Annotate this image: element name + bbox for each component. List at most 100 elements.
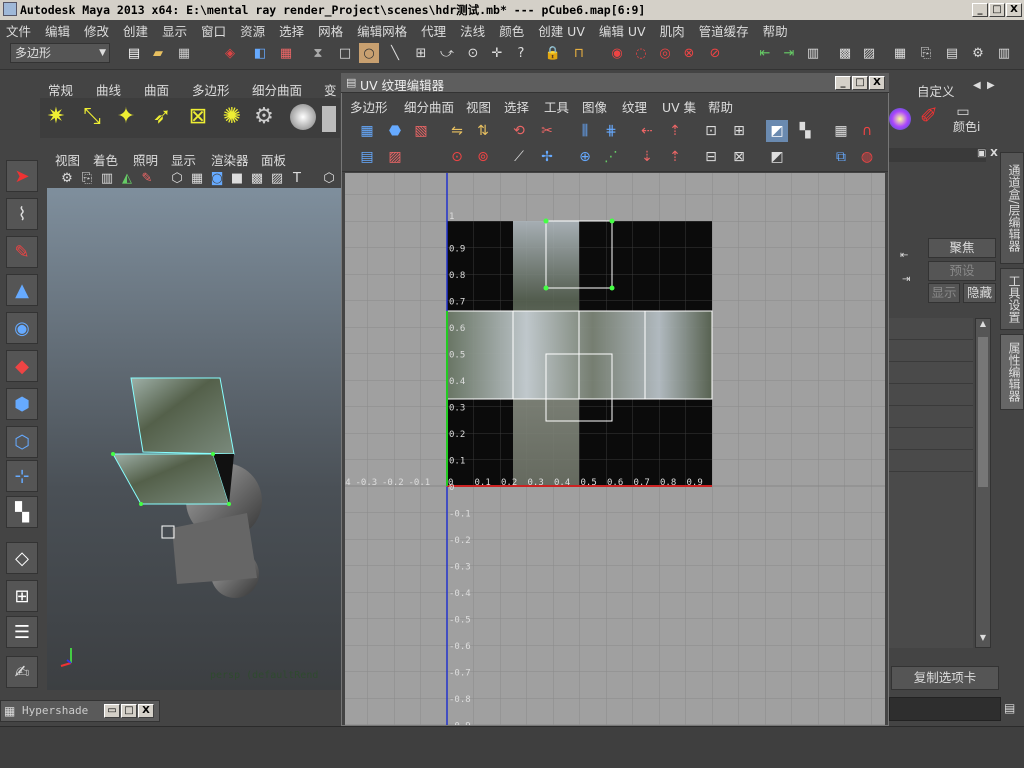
vp-menu-shading[interactable]: 着色 xyxy=(93,150,118,169)
menu-16[interactable]: 管道缓存 xyxy=(699,21,749,40)
output-icon[interactable]: ⇥ xyxy=(779,43,799,63)
script-editor-icon[interactable]: ▤ xyxy=(1004,701,1015,715)
text-icon[interactable]: T xyxy=(287,168,307,188)
bookmark-icon[interactable]: ⎘ xyxy=(77,168,97,188)
help-icon[interactable]: ? xyxy=(511,43,531,63)
menu-8[interactable]: 网格 xyxy=(318,21,343,40)
shelf-tab-surfaces[interactable]: 曲面 xyxy=(144,80,169,99)
select-box-icon[interactable]: □ xyxy=(335,43,355,63)
show-button[interactable]: 显示 xyxy=(928,283,960,303)
vp-menu-view[interactable]: 视图 xyxy=(55,150,80,169)
straighten-icon[interactable]: ⋰ xyxy=(600,146,622,168)
smudge-icon[interactable]: ⊙ xyxy=(446,146,468,168)
cut-uv-icon[interactable]: ✂ xyxy=(536,120,558,142)
grid-uv-icon[interactable]: ▦ xyxy=(830,120,852,142)
point-light-icon[interactable]: ✦ xyxy=(116,104,136,129)
render-settings-icon[interactable]: ⊗ xyxy=(679,43,699,63)
hypershade-close-button[interactable]: X xyxy=(138,704,154,718)
hide-button[interactable]: 隐藏 xyxy=(963,283,996,303)
menu-6[interactable]: 资源 xyxy=(240,21,265,40)
select-tool-icon[interactable]: ➤ xyxy=(6,160,38,192)
layout-v-icon[interactable]: ⇡ xyxy=(664,120,686,142)
textured-cube-top[interactable] xyxy=(130,377,235,455)
single-pane-icon[interactable]: ◇ xyxy=(6,542,38,574)
show-manip-icon[interactable]: ⊹ xyxy=(6,460,38,492)
uv-menu-subdiv[interactable]: 细分曲面 xyxy=(404,97,454,116)
layout-tool-icon[interactable]: ✍ xyxy=(6,656,38,688)
paint-brush-icon[interactable]: ✐ xyxy=(919,104,939,129)
open-scene-icon[interactable]: ▰ xyxy=(148,43,168,63)
uv-menu-select[interactable]: 选择 xyxy=(504,97,529,116)
line-icon[interactable]: ╲ xyxy=(385,43,405,63)
snap-grid-icon[interactable]: ⊞ xyxy=(411,43,431,63)
menu-5[interactable]: 窗口 xyxy=(201,21,226,40)
hypershade-restore-button[interactable]: ▭ xyxy=(104,704,120,718)
flip-v-icon[interactable]: ⇅ xyxy=(472,120,494,142)
move-sew-icon[interactable]: ⋕ xyxy=(600,120,622,142)
uv-minimize-button[interactable]: _ xyxy=(835,76,851,90)
uv-canvas[interactable]: 1 0.9 0.8 0.7 0.6 0.5 0.4 0.3 0.2 0.1 0 -0.1 -0.2 -0.… xyxy=(345,173,885,725)
shelf-tab-curves[interactable]: 曲线 xyxy=(96,80,121,99)
flat-shade-icon[interactable]: ■ xyxy=(227,168,247,188)
grease-pencil-icon[interactable]: ✎ xyxy=(137,168,157,188)
tab-tool-settings[interactable]: 工具设置 xyxy=(1000,268,1024,330)
attribute-list[interactable] xyxy=(889,318,973,648)
input-icon[interactable]: ⇤ xyxy=(755,43,775,63)
scroll-down-icon[interactable]: ▼ xyxy=(976,633,990,647)
clapper-icon[interactable]: ▨ xyxy=(859,43,879,63)
menu-4[interactable]: 显示 xyxy=(162,21,187,40)
copy-uv-icon[interactable]: ⧉ xyxy=(830,146,852,168)
magnet-icon[interactable]: ⊓ xyxy=(569,43,589,63)
uv-frame-icon[interactable]: ▦ xyxy=(356,120,378,142)
snap-curve-icon[interactable]: ⤻ xyxy=(437,43,457,63)
uv-menu-help[interactable]: 帮助 xyxy=(708,97,733,116)
menu-12[interactable]: 颜色 xyxy=(499,21,524,40)
checker-icon[interactable]: ▚ xyxy=(6,496,38,528)
scroll-thumb[interactable] xyxy=(978,337,988,487)
rotate-tool-icon[interactable]: ◉ xyxy=(6,312,38,344)
align-min-icon[interactable]: ⊡ xyxy=(700,120,722,142)
hypershade-maximize-button[interactable]: □ xyxy=(121,704,137,718)
shelf-tab-polygons[interactable]: 多边形 xyxy=(192,80,230,99)
menu-10[interactable]: 代理 xyxy=(421,21,446,40)
render-view-icon[interactable]: ▩ xyxy=(835,43,855,63)
uv-menu-texture[interactable]: 纹理 xyxy=(622,97,647,116)
shelf-left-arrow-icon[interactable]: ◀ xyxy=(973,80,981,91)
scale-tool-icon[interactable]: ◆ xyxy=(6,350,38,382)
menu-3[interactable]: 创建 xyxy=(123,21,148,40)
magnet-uv-icon[interactable]: ∩ xyxy=(856,120,878,142)
2d-pan-icon[interactable]: ◭ xyxy=(117,168,137,188)
shelf-tab-custom[interactable]: 自定义 xyxy=(917,81,955,100)
uv-select-icon[interactable]: ▧ xyxy=(410,120,432,142)
universal-manip-icon[interactable]: ⬢ xyxy=(6,388,38,420)
select-component-icon[interactable]: ▦ xyxy=(276,43,296,63)
spread-icon[interactable]: ⊠ xyxy=(728,146,750,168)
select-lasso-icon[interactable]: ○ xyxy=(359,43,379,63)
menu-1[interactable]: 编辑 xyxy=(45,21,70,40)
smooth-uv-icon[interactable]: ⊚ xyxy=(472,146,494,168)
uv-maximize-button[interactable]: □ xyxy=(852,76,868,90)
menu-2[interactable]: 修改 xyxy=(84,21,109,40)
settings-icon[interactable]: ⚙ xyxy=(968,43,988,63)
relax-icon[interactable]: ✢ xyxy=(536,146,558,168)
outliner-pane-icon[interactable]: ☰ xyxy=(6,616,38,648)
rgb-icon[interactable]: ◍ xyxy=(856,146,878,168)
map-uv-icon[interactable]: ⊕ xyxy=(574,146,596,168)
gray-box-object[interactable] xyxy=(172,513,257,584)
snap-point-icon[interactable]: ⊙ xyxy=(463,43,483,63)
snap-plane-icon[interactable]: ✛ xyxy=(487,43,507,63)
panel-layout-icon[interactable]: ▤ xyxy=(942,43,962,63)
menu-14[interactable]: 编辑 UV xyxy=(599,21,646,40)
tab-attribute-editor[interactable]: 属性编辑器 xyxy=(1000,334,1024,410)
uv-menu-polygons[interactable]: 多边形 xyxy=(350,97,388,116)
camera-attr-icon[interactable]: ⚙ xyxy=(57,168,77,188)
save-scene-icon[interactable]: ▦ xyxy=(174,43,194,63)
smooth-shade-icon[interactable]: ◙ xyxy=(207,168,227,188)
uv-menu-image[interactable]: 图像 xyxy=(582,97,607,116)
menu-11[interactable]: 法线 xyxy=(460,21,485,40)
directional-light-icon[interactable]: ⤡ xyxy=(82,104,102,129)
menu-17[interactable]: 帮助 xyxy=(763,21,788,40)
select-hierarchy-icon[interactable]: ◈ xyxy=(220,43,240,63)
texture-icon[interactable]: ▨ xyxy=(267,168,287,188)
tab-channel-box[interactable]: 通道盒/层编辑器 xyxy=(1000,152,1024,264)
